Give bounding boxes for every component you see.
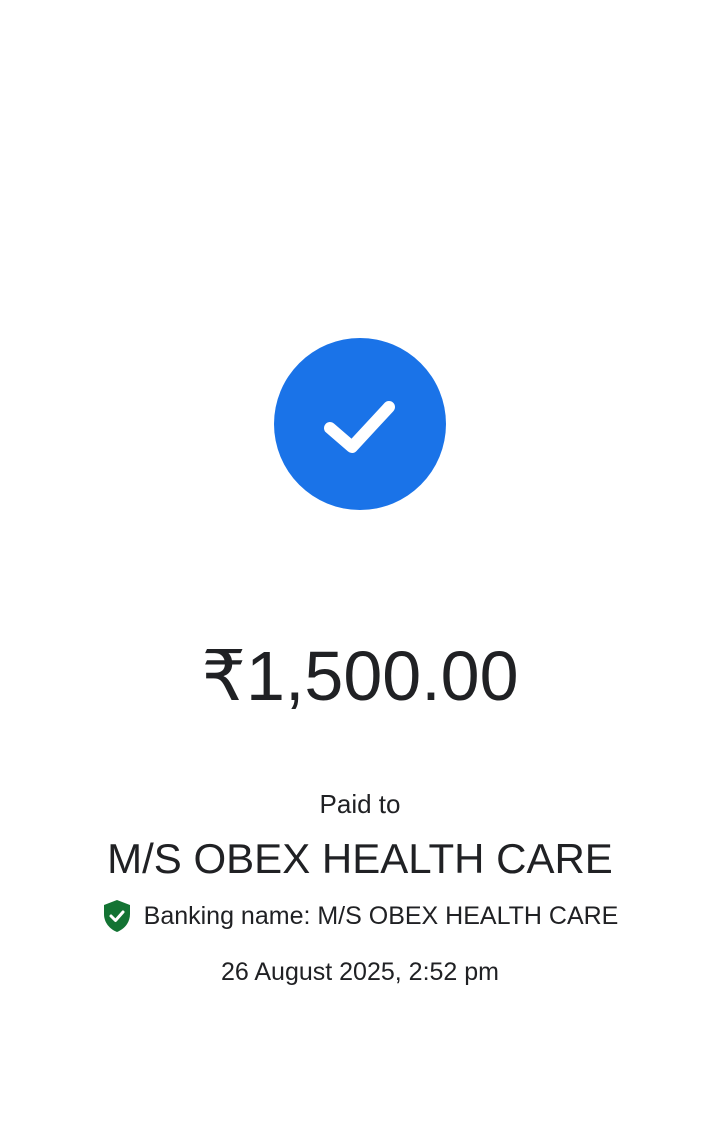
success-check-badge xyxy=(274,338,446,510)
payment-amount: ₹1,500.00 xyxy=(201,637,519,715)
banking-name-row: Banking name: M/S OBEX HEALTH CARE xyxy=(0,898,720,934)
paid-to-label: Paid to xyxy=(319,789,401,819)
banking-name-text: Banking name: M/S OBEX HEALTH CARE xyxy=(143,902,619,930)
payee-name: M/S OBEX HEALTH CARE xyxy=(107,835,613,882)
check-icon xyxy=(324,401,395,453)
verified-shield-icon xyxy=(103,900,130,932)
payment-success-screen: { "status": { "icon": "check-icon", "col… xyxy=(0,0,720,1122)
payment-datetime: 26 August 2025, 2:52 pm xyxy=(221,958,499,986)
